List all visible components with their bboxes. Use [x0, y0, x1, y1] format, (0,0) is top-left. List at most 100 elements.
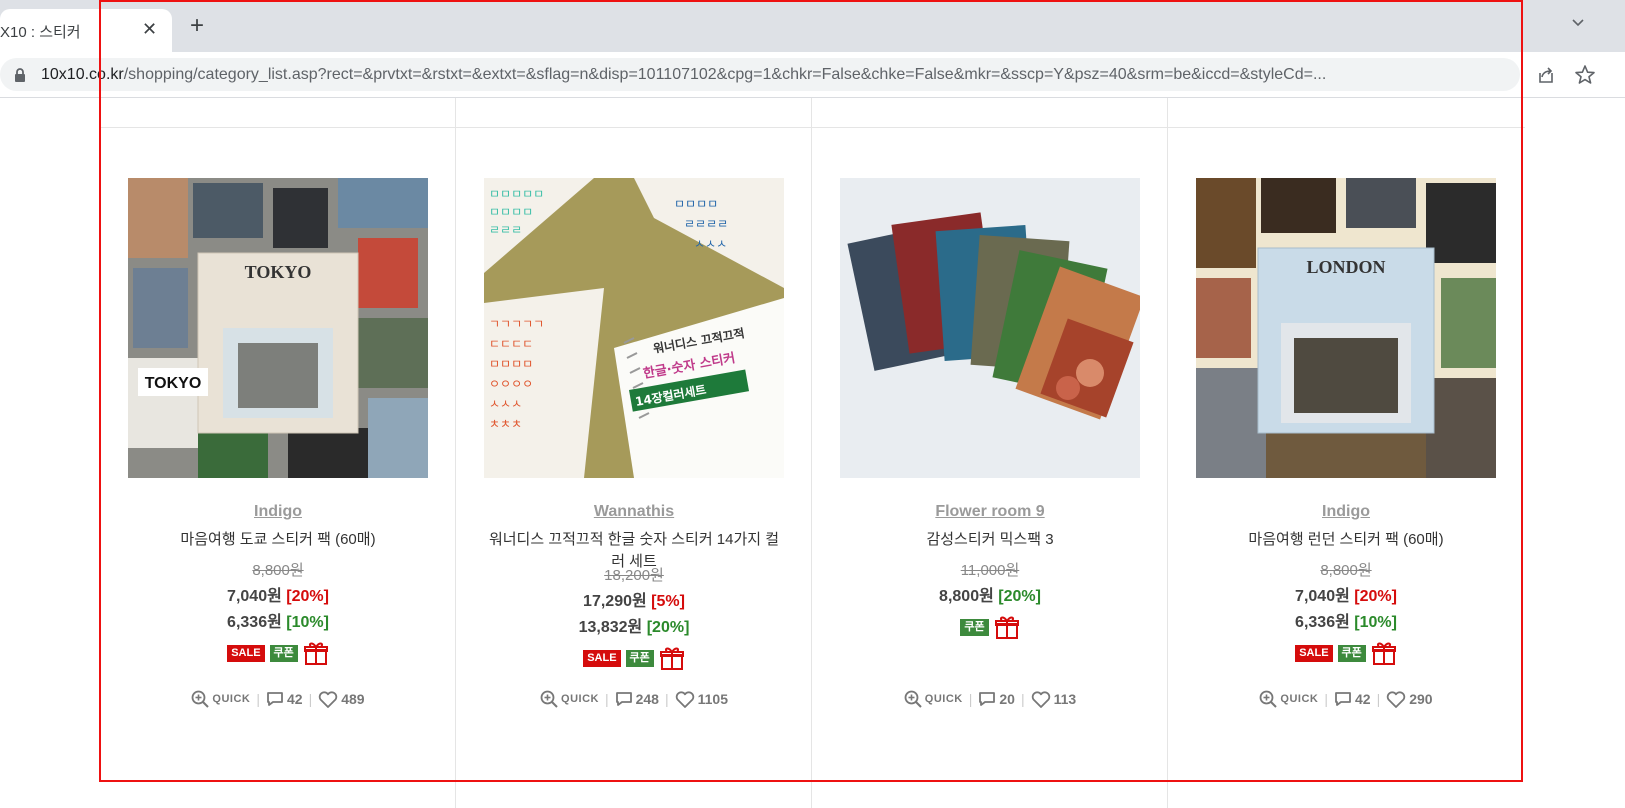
tab-search-chevron-icon[interactable]	[1572, 16, 1584, 28]
gift-icon	[994, 616, 1019, 639]
sale-percent: [5%]	[651, 593, 685, 610]
divider: |	[664, 691, 669, 707]
product-brand-link[interactable]: Wannathis	[456, 503, 812, 521]
original-price: 18,200원	[604, 567, 664, 584]
svg-text:ㅅㅅㅅ: ㅅㅅㅅ	[489, 397, 522, 411]
coupon-price-row: 13,832원 [20%]	[456, 615, 812, 641]
browser-tab-active[interactable]: X10 : 스티커 ✕	[0, 9, 172, 52]
browser-toolbar: 10x10.co.kr/shopping/category_list.asp?r…	[0, 52, 1625, 98]
wish-button[interactable]: 290	[1386, 690, 1433, 708]
zoom-in-icon	[540, 690, 558, 708]
divider: |	[1324, 691, 1328, 707]
quick-view-button[interactable]: QUICK	[904, 690, 963, 708]
gift-icon	[1371, 642, 1396, 665]
like-count: 290	[1409, 691, 1433, 707]
address-bar[interactable]: 10x10.co.kr/shopping/category_list.asp?r…	[0, 58, 1520, 91]
svg-text:ㅅㅅㅅ: ㅅㅅㅅ	[694, 237, 727, 251]
reviews-link[interactable]: 20	[978, 691, 1015, 707]
quick-label: QUICK	[561, 693, 599, 705]
review-count: 42	[1355, 691, 1371, 707]
sale-badge: SALE	[583, 649, 621, 667]
coupon-badge: 쿠폰	[1337, 644, 1366, 662]
wish-button[interactable]: 113	[1031, 690, 1076, 708]
price-block: 8,800원 7,040원 [20%] 6,336원 [10%] SALE 쿠폰	[1168, 558, 1524, 666]
zoom-in-icon	[904, 690, 922, 708]
like-count: 1105	[697, 691, 728, 707]
share-icon[interactable]	[1536, 65, 1556, 85]
sale-price: 17,290원	[583, 593, 647, 610]
sale-price: 7,040원	[227, 588, 282, 605]
review-count: 42	[287, 691, 303, 707]
svg-text:ㅁㅁㅁㅁ: ㅁㅁㅁㅁ	[489, 357, 533, 371]
close-tab-icon[interactable]: ✕	[142, 19, 157, 40]
sale-percent: [20%]	[286, 588, 329, 605]
sale-price-row: 7,040원 [20%]	[1168, 584, 1524, 610]
product-card: LONDON Indigo 마음여행 런던 스티커 팩 (60매) 8,800원…	[1168, 98, 1524, 808]
coupon-price: 13,832원	[578, 619, 643, 636]
product-name-link[interactable]: 마음여행 도쿄 스티커 팩 (60매)	[128, 529, 428, 551]
badge-row: SALE 쿠폰	[100, 640, 456, 666]
product-brand-link[interactable]: Indigo	[1168, 503, 1524, 521]
quick-label: QUICK	[1280, 693, 1319, 705]
coupon-price-row: 6,336원 [10%]	[100, 610, 456, 636]
product-name-link[interactable]: 감성스티커 믹스팩 3	[840, 529, 1140, 551]
heart-icon	[675, 690, 694, 708]
sale-badge: SALE	[1295, 644, 1333, 662]
comment-icon	[615, 692, 632, 706]
coupon-price: 6,336원	[1295, 614, 1350, 631]
svg-text:ㅁㅁㅁㅁㅁ: ㅁㅁㅁㅁㅁ	[489, 187, 544, 201]
wish-button[interactable]: 1105	[675, 690, 728, 708]
reviews-link[interactable]: 42	[266, 691, 303, 707]
product-actions: QUICK | 42 | 290	[1168, 690, 1524, 708]
divider: |	[604, 691, 609, 707]
wish-button[interactable]: 489	[318, 690, 365, 708]
quick-label: QUICK	[212, 693, 251, 705]
product-image[interactable]	[840, 178, 1140, 478]
zoom-in-icon	[192, 690, 210, 708]
original-price: 8,800원	[1320, 562, 1372, 579]
thumb-caption: TOKYO	[145, 375, 202, 392]
sale-percent: [20%]	[1354, 588, 1397, 605]
product-card: Flower room 9 감성스티커 믹스팩 3 11,000원 8,800원…	[812, 98, 1168, 808]
zoom-in-icon	[1260, 690, 1278, 708]
reviews-link[interactable]: 248	[615, 691, 659, 707]
quick-view-button[interactable]: QUICK	[540, 690, 599, 708]
product-actions: QUICK | 248 | 1105	[456, 690, 812, 708]
badge-row: 쿠폰	[812, 614, 1168, 640]
thumb-caption: TOKYO	[245, 262, 312, 282]
reviews-link[interactable]: 42	[1334, 691, 1371, 707]
bookmark-star-icon[interactable]	[1574, 64, 1596, 86]
price-block: 11,000원 8,800원 [20%] 쿠폰	[812, 558, 1168, 640]
product-brand-link[interactable]: Indigo	[100, 503, 456, 521]
svg-text:ㄹㄹㄹ: ㄹㄹㄹ	[489, 223, 522, 237]
product-image[interactable]: LONDON	[1196, 178, 1496, 478]
svg-text:ㅁㅁㅁㅁ: ㅁㅁㅁㅁ	[489, 205, 533, 219]
sale-badge: SALE	[227, 644, 265, 662]
gift-icon	[303, 642, 328, 665]
sale-price-row: 8,800원 [20%]	[812, 584, 1168, 610]
new-tab-button[interactable]: +	[190, 14, 204, 38]
product-actions: QUICK | 20 | 113	[812, 690, 1168, 708]
divider: |	[1376, 691, 1381, 707]
lock-icon[interactable]	[13, 67, 27, 83]
product-card: ㅁㅁㅁㅁㅁ ㅁㅁㅁㅁ ㄹㄹㄹ ㅁㅁㅁㅁ ㄹㄹㄹㄹ ㅅㅅㅅ ㄱㄱㄱㄱㄱ ㄷㄷㄷㄷ ㅁㅁㅁㅁ ㅇㅇ…	[456, 98, 812, 808]
svg-text:ㅁㅁㅁㅁ: ㅁㅁㅁㅁ	[674, 197, 718, 211]
quick-view-button[interactable]: QUICK	[1259, 690, 1318, 708]
url-text[interactable]: 10x10.co.kr/shopping/category_list.asp?r…	[41, 66, 1511, 84]
product-image[interactable]: ㅁㅁㅁㅁㅁ ㅁㅁㅁㅁ ㄹㄹㄹ ㅁㅁㅁㅁ ㄹㄹㄹㄹ ㅅㅅㅅ ㄱㄱㄱㄱㄱ ㄷㄷㄷㄷ ㅁㅁㅁㅁ ㅇㅇ…	[484, 178, 784, 478]
url-host: 10x10.co.kr	[41, 66, 124, 83]
sale-price: 8,800원	[939, 588, 994, 605]
coupon-percent: [10%]	[286, 614, 329, 631]
product-grid: TOKYO TOKYO Indigo 마음여행 도쿄 스티커 팩 (60매) 8…	[0, 98, 1625, 808]
quick-view-button[interactable]: QUICK	[191, 690, 250, 708]
product-name-link[interactable]: 마음여행 런던 스티커 팩 (60매)	[1196, 529, 1496, 551]
product-image[interactable]: TOKYO TOKYO	[128, 178, 428, 478]
quick-label: QUICK	[924, 693, 963, 705]
heart-icon	[1031, 690, 1050, 708]
badge-row: SALE 쿠폰	[456, 645, 812, 671]
thumb-caption: LONDON	[1306, 257, 1385, 277]
svg-text:ㄹㄹㄹㄹ: ㄹㄹㄹㄹ	[684, 217, 728, 231]
product-brand-link[interactable]: Flower room 9	[812, 503, 1168, 521]
svg-text:ㅊㅊㅊ: ㅊㅊㅊ	[489, 417, 522, 431]
coupon-badge: 쿠폰	[960, 618, 989, 636]
